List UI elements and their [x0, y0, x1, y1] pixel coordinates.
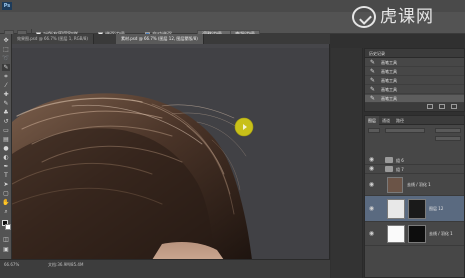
layer-name: 图层 12 [429, 206, 444, 211]
history-item-selected[interactable]: ✎ 画笔工具 [365, 95, 464, 103]
visibility-eye-icon[interactable]: ◉ [368, 166, 375, 172]
collapsed-panels-strip [331, 48, 363, 278]
blend-mode-select[interactable] [385, 128, 425, 133]
brush-icon: ✎ [370, 77, 376, 84]
clone-stamp-icon[interactable]: ♣ [2, 109, 10, 116]
layer-thumbnail [387, 199, 405, 219]
marquee-tool-icon[interactable]: ⬚ [2, 46, 10, 53]
history-panel-footer [365, 103, 464, 111]
hair-photo [12, 44, 329, 260]
history-item[interactable]: ✎ 画笔工具 [365, 86, 464, 94]
tab-document-1[interactable]: 效果图.psd @ 66.7% (图层 1, RGB/8) [12, 34, 94, 44]
history-panel: 历史记录 ✎ 画笔工具 ✎ 画笔工具 ✎ 画笔工具 ✎ 画笔工具 ✎ 画笔工具 [364, 48, 465, 112]
visibility-eye-icon[interactable]: ◉ [368, 206, 375, 212]
document-canvas[interactable] [12, 44, 329, 260]
new-snapshot-icon[interactable] [439, 104, 445, 109]
layer-row[interactable]: ◉ 去线 / 羽化 1 [365, 174, 464, 196]
type-tool-icon[interactable]: T [2, 172, 10, 179]
document-tab-bar: 效果图.psd @ 66.7% (图层 1, RGB/8) 素材.psd @ 6… [12, 34, 364, 44]
layer-mask-thumbnail[interactable] [408, 199, 426, 219]
history-item[interactable]: ✎ 画笔工具 [365, 68, 464, 76]
layer-group-row[interactable]: ◉ 组 7 [365, 165, 464, 174]
layer-name: 组 7 [396, 167, 404, 172]
tools-panel: ✥ ⬚ ➰ ✎ ⌗ ⁄ ✚ ✎ ♣ ↺ ▭ ▤ ● ◐ ✒ T ➤ ▢ ✋ ⌕ … [0, 34, 12, 266]
hand-tool-icon[interactable]: ✋ [2, 199, 10, 206]
tab-channels[interactable]: 通道 [379, 116, 393, 125]
brush-icon: ✎ [370, 95, 376, 102]
trash-icon[interactable] [451, 104, 457, 109]
tab-paths[interactable]: 路径 [393, 116, 407, 125]
eraser-tool-icon[interactable]: ▭ [2, 127, 10, 134]
eyedropper-tool-icon[interactable]: ⁄ [2, 82, 10, 89]
pen-tool-icon[interactable]: ✒ [2, 163, 10, 170]
layers-panel: 图层 通道 路径 ◉ 组 6 ◉ 组 7 ◉ 去线 / 羽化 1 ◉ 图层 12… [364, 115, 465, 278]
zoom-level[interactable]: 66.67% [4, 261, 19, 268]
visibility-eye-icon[interactable]: ◉ [368, 157, 375, 163]
layer-filter-select[interactable] [368, 128, 380, 133]
path-selection-icon[interactable]: ➤ [2, 181, 10, 188]
fill-field[interactable] [435, 136, 461, 141]
healing-brush-icon[interactable]: ✚ [2, 91, 10, 98]
layer-group-row[interactable]: ◉ 组 6 [365, 156, 464, 165]
visibility-eye-icon[interactable]: ◉ [368, 182, 375, 188]
lasso-tool-icon[interactable]: ➰ [2, 55, 10, 62]
history-brush-icon[interactable]: ↺ [2, 118, 10, 125]
gradient-tool-icon[interactable]: ▤ [2, 136, 10, 143]
history-panel-title: 历史记录 [365, 49, 464, 58]
layer-thumbnail [387, 225, 405, 243]
tab-layers[interactable]: 图层 [365, 116, 379, 125]
photoshop-logo-icon: Ps [2, 2, 12, 10]
layers-panel-tabs: 图层 通道 路径 [365, 116, 464, 125]
brush-tool-icon[interactable]: ✎ [2, 100, 10, 107]
screen-mode-icon[interactable]: ▣ [2, 246, 10, 253]
layer-mask-thumbnail[interactable] [408, 225, 426, 243]
folder-icon [385, 157, 393, 163]
brush-icon: ✎ [370, 68, 376, 75]
opacity-field[interactable] [435, 128, 461, 133]
status-bar: 66.67% 文档:36.9M/85.4M [0, 259, 330, 278]
tab-document-2[interactable]: 素材.psd @ 66.7% (图层 12, 图层蒙版/8) [116, 34, 204, 44]
crop-tool-icon[interactable]: ⌗ [2, 73, 10, 80]
dodge-tool-icon[interactable]: ◐ [2, 154, 10, 161]
layer-thumbnail [387, 177, 403, 193]
layer-name: 去线 / 羽化 1 [407, 182, 431, 187]
visibility-eye-icon[interactable]: ◉ [368, 231, 375, 237]
new-document-from-state-icon[interactable] [427, 104, 433, 109]
brush-icon: ✎ [370, 86, 376, 93]
layer-row[interactable]: ◉ 去线 / 羽化 1 [365, 222, 464, 246]
history-item[interactable]: ✎ 画笔工具 [365, 59, 464, 67]
zoom-tool-icon[interactable]: ⌕ [2, 208, 10, 215]
move-tool-icon[interactable]: ✥ [2, 37, 10, 44]
watermark-text: 虎课网 [380, 7, 434, 27]
shape-tool-icon[interactable]: ▢ [2, 190, 10, 197]
quick-mask-icon[interactable]: ◫ [2, 236, 10, 243]
quick-selection-tool-icon[interactable]: ✎ [2, 64, 10, 71]
layer-row-selected[interactable]: ◉ 图层 12 [365, 196, 464, 222]
history-item[interactable]: ✎ 画笔工具 [365, 77, 464, 85]
blur-tool-icon[interactable]: ● [2, 145, 10, 152]
document-size: 文档:36.9M/85.4M [48, 262, 84, 267]
layer-name: 去线 / 羽化 1 [429, 231, 453, 236]
folder-icon [385, 166, 393, 172]
watermark-logo-icon [352, 6, 376, 28]
layer-name: 组 6 [396, 158, 404, 163]
brush-icon: ✎ [370, 59, 376, 66]
background-color-swatch[interactable] [5, 224, 11, 230]
